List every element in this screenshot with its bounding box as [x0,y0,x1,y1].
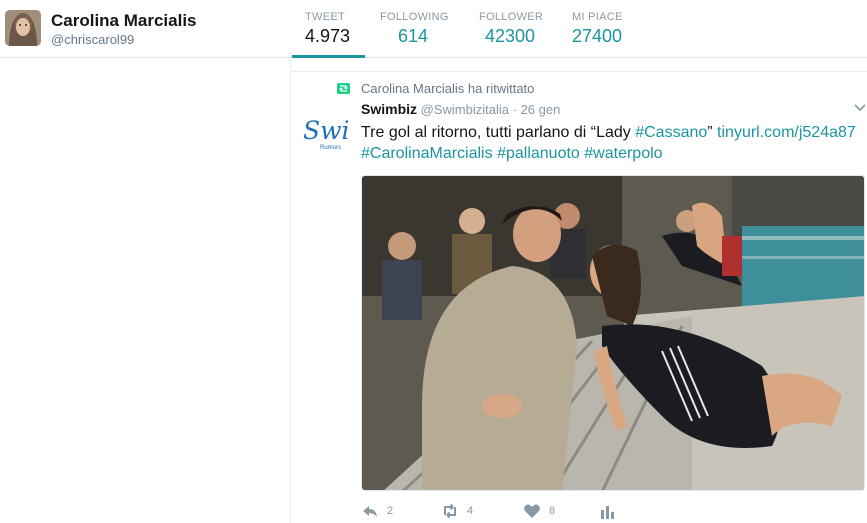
stat-tweets[interactable]: TWEET 4.973 [305,11,350,47]
stat-value: 4.973 [305,26,351,46]
dropdown-caret-icon[interactable] [854,101,866,115]
profile-avatar[interactable] [5,10,41,46]
stat-value: 42300 [485,26,536,46]
stat-value: 27400 [572,26,623,46]
tweet-author-avatar[interactable]: Swi Rumors [302,109,350,157]
hashtag-link[interactable]: #CarolinaMarcialis [361,145,493,162]
tweet-photo[interactable] [361,175,865,491]
tweet-text: Tre gol al ritorno, tutti parlano di “La… [361,122,861,164]
tweet-author-handle[interactable]: @Swimbizitalia [421,102,509,117]
retweet-button[interactable]: 4 [441,503,473,519]
retweet-icon [441,503,459,519]
stat-label: FOLLOWER [479,11,544,23]
stat-label: FOLLOWING [380,11,449,23]
reply-count: 2 [387,505,394,517]
like-icon [523,503,541,519]
like-button[interactable]: 8 [523,503,555,519]
stat-likes[interactable]: MI PIACE 27400 [572,11,623,47]
reply-button[interactable]: 2 [361,503,393,519]
hashtag-link[interactable]: #Cassano [635,124,707,141]
retweet-count: 4 [467,505,474,517]
avatar-logo-text: Swi [303,116,350,145]
tweet-actions: 2 4 8 [361,503,761,523]
timeline: Carolina Marcialis ha ritwittato Swi Rum… [291,59,867,523]
stat-following[interactable]: FOLLOWING 614 [380,11,449,47]
tweet-text-quote: ” [707,124,718,141]
retweet-icon [337,83,350,94]
stat-label: TWEET [305,11,345,23]
retweet-context[interactable]: Carolina Marcialis ha ritwittato [361,81,534,96]
avatar-logo-subtext: Rumors [320,145,341,151]
stat-label: MI PIACE [572,11,623,23]
tweet-separator: · [512,102,517,117]
tweet-date[interactable]: 26 gen [521,102,561,117]
analytics-icon [599,503,617,519]
stat-followers[interactable]: FOLLOWER 42300 [479,11,543,47]
like-count: 8 [549,505,556,517]
left-sidebar [0,59,290,523]
tweet-text-plain: Tre gol al ritorno, tutti parlano di “La… [361,124,636,141]
timeline-divider [291,71,867,72]
hashtag-link[interactable]: #pallanuoto [497,145,580,162]
active-tab-indicator [292,55,365,58]
reply-icon [361,503,379,519]
hashtag-link[interactable]: #waterpolo [584,145,662,162]
analytics-button[interactable] [599,503,617,519]
profile-header-bar: Carolina Marcialis @chriscarol99 TWEET 4… [0,0,867,58]
profile-name[interactable]: Carolina Marcialis [51,11,197,31]
url-link[interactable]: tinyurl.com/j524a87 [717,124,856,141]
stat-value: 614 [398,26,429,46]
tweet-header: Swimbiz @Swimbizitalia · 26 gen [361,101,560,117]
tweet-author-name[interactable]: Swimbiz [361,101,417,117]
profile-handle[interactable]: @chriscarol99 [51,32,134,47]
